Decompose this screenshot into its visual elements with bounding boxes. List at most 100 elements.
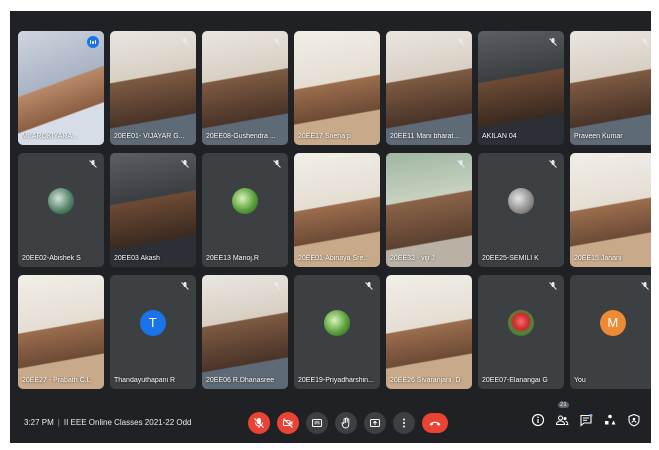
participant-tile[interactable]: 20EE01- VIJAYAR G... [110, 31, 196, 145]
mic-muted-icon [180, 160, 189, 168]
participant-video [202, 31, 288, 145]
participant-tile[interactable]: 20EE02-Abishek S [18, 153, 104, 267]
captions-button[interactable] [306, 412, 328, 434]
meeting-info-button[interactable] [531, 413, 545, 427]
meeting-title: II EEE Online Classes 2021-22 Odd [63, 418, 192, 427]
participant-avatar: T [139, 309, 166, 336]
present-screen-button[interactable] [364, 412, 386, 434]
participant-name: 20EE01-Abinaya Sre... [298, 255, 370, 262]
participant-tile[interactable]: 20EE06 R.Dhanasree [202, 275, 288, 389]
participant-name: 20EE11 Mani bharat... [390, 133, 460, 140]
side-panel-buttons: 21 [531, 402, 641, 427]
mic-muted-icon [180, 38, 189, 46]
host-controls-button[interactable] [627, 413, 641, 427]
mic-muted-icon [456, 160, 465, 168]
call-controls [248, 412, 448, 434]
participant-name: Thandayuthapani R [114, 377, 176, 384]
participant-video [386, 31, 472, 145]
participant-video [110, 153, 196, 267]
participant-video [386, 153, 472, 267]
participant-tile[interactable]: 20EE19-Priyadharshin... [294, 275, 380, 389]
present-screen-icon [370, 419, 380, 427]
participant-name: You [574, 377, 586, 384]
mic-muted-icon [548, 38, 557, 46]
more-options-icon [403, 418, 405, 428]
participant-tile[interactable]: AKILAN 04 [478, 31, 564, 145]
participant-tile[interactable]: Praveen Kumar [570, 31, 651, 145]
participant-video [570, 153, 651, 267]
participant-name: 20EE06 R.Dhanasree [206, 377, 275, 384]
mic-muted-icon [548, 282, 557, 290]
chat-button[interactable] [579, 413, 593, 427]
participant-tile[interactable]: 20EE13 Manoj.R [202, 153, 288, 267]
speaking-indicator-icon [86, 36, 99, 48]
host-controls-icon [628, 413, 640, 427]
participant-tile[interactable]: M You [570, 275, 651, 389]
participant-grid: Mr.AROKIYARA... 20EE01- VIJAYAR G... 20EE0… [18, 31, 651, 397]
mic-muted-icon [88, 282, 97, 290]
participant-tile[interactable]: 20EE27 - Prabath C.L [18, 275, 104, 389]
participant-name: 20EE01- VIJAYAR G... [114, 133, 185, 140]
participant-tile[interactable]: Mr.AROKIYARA... [18, 31, 104, 145]
participant-name: 20EE17 Sneha p [298, 133, 351, 140]
mic-muted-icon [364, 38, 373, 46]
participant-name: 20EE19-Priyadharshin... [298, 377, 374, 384]
participant-name: Mr.AROKIYARA... [22, 133, 78, 140]
participant-tile[interactable]: 20EE32 - viji J [386, 153, 472, 267]
participant-tile[interactable]: 20EE03 Akash [110, 153, 196, 267]
participant-video [478, 31, 564, 145]
participant-avatar [507, 309, 534, 336]
participants-button[interactable]: 21 [555, 402, 569, 427]
info-icon [531, 413, 545, 427]
mic-muted-icon [456, 282, 465, 290]
mic-muted-icon [548, 160, 557, 168]
participant-avatar: M [599, 309, 626, 336]
participant-avatar [323, 309, 350, 336]
activities-icon [605, 414, 616, 425]
participant-tile[interactable]: 20EE17 Sneha p [294, 31, 380, 145]
mic-muted-icon [364, 282, 373, 290]
participant-tile[interactable]: 20EE01-Abinaya Sre... [294, 153, 380, 267]
mic-muted-icon [640, 282, 649, 290]
participant-tile[interactable]: T Thandayuthapani R [110, 275, 196, 389]
mic-muted-icon [272, 160, 281, 168]
mic-muted-icon [272, 282, 281, 290]
more-options-button[interactable] [393, 412, 415, 434]
mic-toggle-button[interactable] [248, 412, 270, 434]
participant-tile[interactable]: 20EE15 Janani [570, 153, 651, 267]
meeting-details[interactable]: 3:27 PM | II EEE Online Classes 2021-22 Od… [24, 418, 192, 427]
participant-avatar [47, 187, 74, 214]
participant-video [570, 31, 651, 145]
participant-name: Praveen Kumar [574, 133, 623, 140]
participant-tile[interactable]: 20EE25-SEMILI K [478, 153, 564, 267]
participant-name: 20EE02-Abishek S [22, 255, 81, 262]
participant-tile[interactable]: 20EE26 Sivaranjani. D [386, 275, 472, 389]
participant-video [202, 275, 288, 389]
participant-name: AKILAN 04 [482, 133, 517, 140]
camera-toggle-button[interactable] [277, 412, 299, 434]
activities-button[interactable] [603, 413, 617, 427]
leave-call-button[interactable] [422, 413, 448, 433]
participant-video [294, 153, 380, 267]
mic-muted-icon [272, 38, 281, 46]
mic-muted-icon [640, 160, 649, 168]
people-icon [555, 415, 569, 426]
mic-off-icon [254, 418, 264, 428]
participant-name: 20EE32 - viji J [390, 255, 435, 262]
participant-tile[interactable]: 20EE07-Elanangai G [478, 275, 564, 389]
participant-name: 20EE15 Janani [574, 255, 622, 262]
meet-window: Mr.AROKIYARA... 20EE01- VIJAYAR G... 20EE0… [10, 11, 651, 443]
participant-name: 20EE27 - Prabath C.L [22, 377, 91, 384]
camera-off-icon [283, 418, 293, 428]
mic-muted-icon [456, 38, 465, 46]
participant-avatar [231, 187, 258, 214]
mic-muted-icon [88, 160, 97, 168]
raise-hand-button[interactable] [335, 412, 357, 434]
participant-name: 20EE13 Manoj.R [206, 255, 259, 262]
participant-name: 20EE03 Akash [114, 255, 160, 262]
participant-tile[interactable]: 20EE11 Mani bharat... [386, 31, 472, 145]
participant-tile[interactable]: 20EE08-Gushendra ... [202, 31, 288, 145]
captions-icon [312, 419, 322, 427]
participant-name: 20EE07-Elanangai G [482, 377, 548, 384]
bottom-bar: 3:27 PM | II EEE Online Classes 2021-22 Od… [10, 401, 651, 443]
